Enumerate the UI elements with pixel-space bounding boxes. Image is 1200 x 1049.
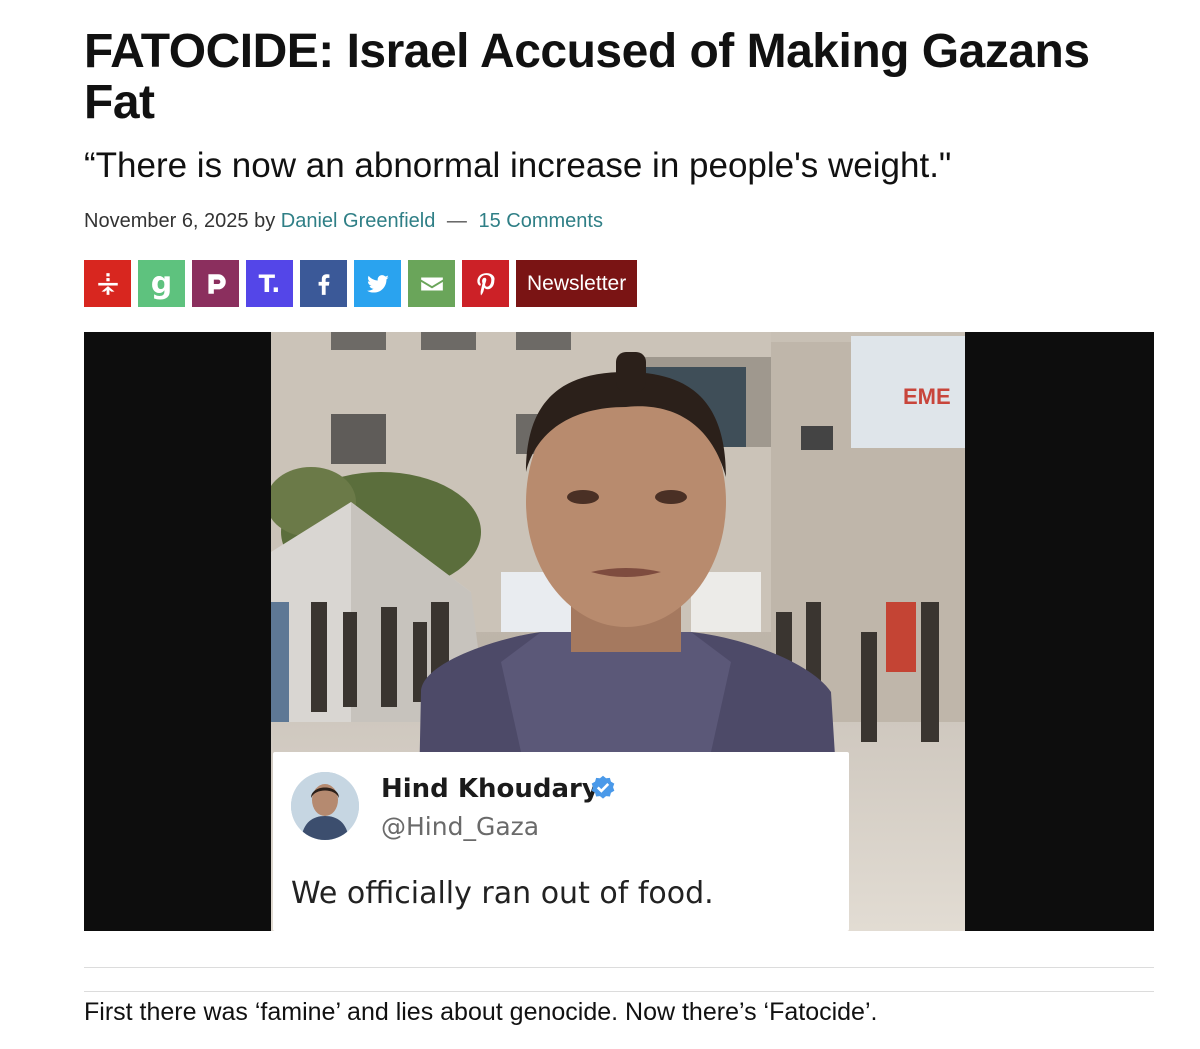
avatar: [291, 772, 359, 840]
article-meta: November 6, 2025 by Daniel Greenfield — …: [84, 210, 603, 233]
share-email-button[interactable]: [408, 260, 455, 307]
byline-by: by: [254, 210, 276, 232]
share-pinterest-button[interactable]: [462, 260, 509, 307]
meta-separator: —: [446, 210, 467, 232]
share-gettr-button[interactable]: [84, 260, 131, 307]
author-link[interactable]: Daniel Greenfield: [281, 210, 436, 232]
gab-icon: g: [150, 266, 173, 301]
share-truth-social-button[interactable]: T.: [246, 260, 293, 307]
share-parler-button[interactable]: [192, 260, 239, 307]
email-icon: [420, 277, 443, 290]
article-paragraph: First there was ‘famine’ and lies about …: [84, 998, 878, 1026]
article-title: FATOCIDE: Israel Accused of Making Gazan…: [84, 25, 1090, 129]
share-bar: g T. Newsletter: [84, 260, 638, 307]
tweet-card: Hind Khoudary @Hind_Gaza We officially r…: [273, 752, 849, 931]
publish-date: November 6, 2025: [84, 210, 249, 232]
comments-link[interactable]: 15 Comments: [478, 210, 603, 232]
twitter-icon: [366, 274, 389, 293]
divider: [84, 967, 1154, 968]
truth-social-icon: T.: [258, 269, 281, 298]
parler-icon: [207, 273, 226, 294]
tweet-handle: @Hind_Gaza: [381, 812, 540, 841]
share-gab-button[interactable]: g: [138, 260, 185, 307]
tweet-text: We officially ran out of food.: [291, 876, 714, 911]
facebook-icon: [318, 273, 329, 295]
gettr-icon: [97, 272, 118, 295]
article-subtitle: “There is now an abnormal increase in pe…: [84, 146, 952, 185]
share-facebook-button[interactable]: [300, 260, 347, 307]
pinterest-icon: [476, 272, 495, 295]
verified-badge-icon: [591, 775, 615, 799]
hospital-sign-text: EME: [903, 384, 951, 409]
tweet-author-name: Hind Khoudary: [381, 774, 599, 804]
share-twitter-button[interactable]: [354, 260, 401, 307]
newsletter-button[interactable]: Newsletter: [516, 260, 638, 307]
divider: [84, 991, 1154, 992]
